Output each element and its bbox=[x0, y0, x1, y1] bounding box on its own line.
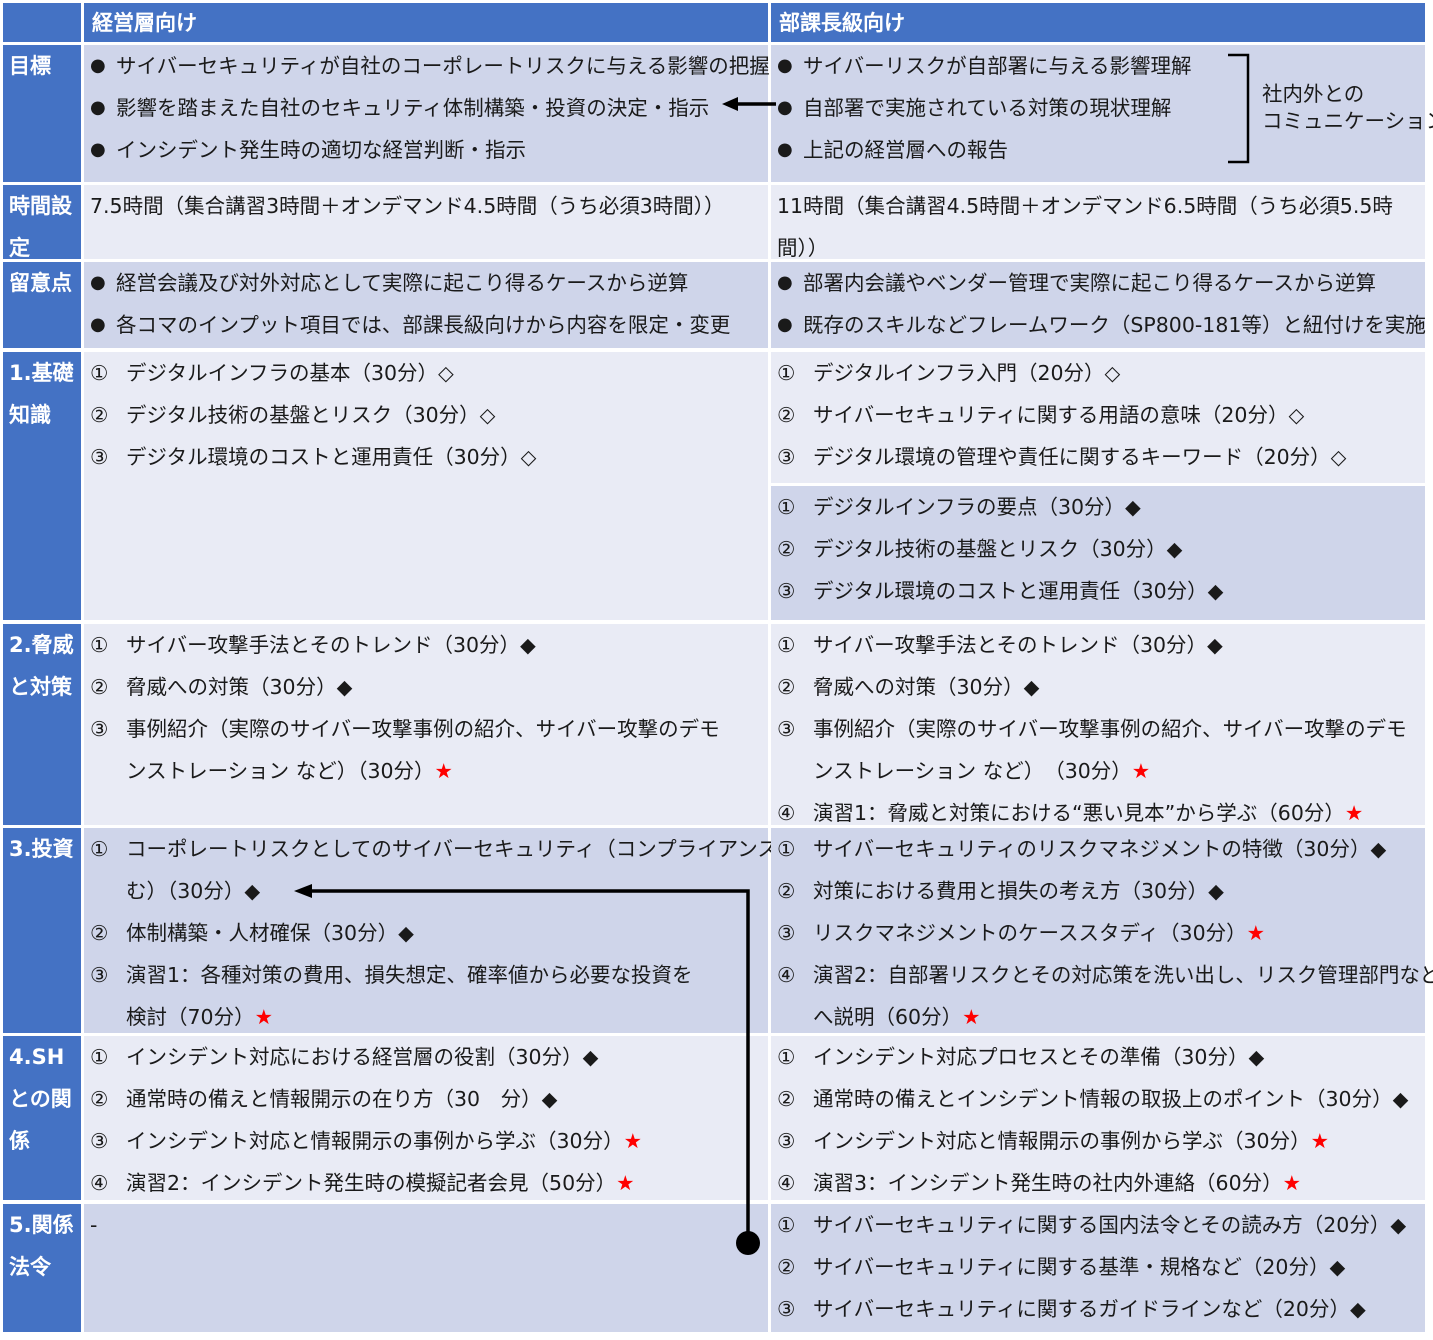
goal-executive-item: 影響を踏まえた自社のセキュリティ体制構築・投資の決定・指示 bbox=[116, 96, 710, 120]
stakeholder-executive-item: インシデント対応と情報開示の事例から学ぶ（30分） bbox=[126, 1129, 624, 1153]
stakeholder-manager-item: 通常時の備えとインシデント情報の取扱上のポイント（30分）◆ bbox=[813, 1087, 1409, 1111]
points-manager-item: 部署内会議やベンダー管理で実際に起こり得るケースから逆算 bbox=[803, 271, 1376, 295]
goal-manager-item: サイバーリスクが自部署に与える影響理解 bbox=[803, 54, 1192, 78]
threats-manager-item-cont: ンストレーション など） （30分） bbox=[813, 759, 1132, 783]
invest-executive-cell: ① コーポレートリスクとしてのサイバーセキュリティ（コンプライアンスを含 む）（3… bbox=[84, 828, 819, 1033]
points-manager-cell: ● 部署内会議やベンダー管理で実際に起こり得るケースから逆算 ● 既存のスキルなどフ… bbox=[771, 262, 1426, 348]
basics-executive-cell: ① デジタルインフラの基本（30分）◇ ② デジタル技術の基盤とリスク（30分）◇ … bbox=[84, 352, 768, 620]
invest-executive-item-cont: む）（30分）◆ bbox=[126, 879, 261, 903]
invest-manager-item-cont: へ説明（60分） bbox=[813, 1005, 963, 1029]
points-executive-item: 経営会議及び対外対応として実際に起こり得るケースから逆算 bbox=[116, 271, 689, 295]
stakeholder-manager-cell: ① インシデント対応プロセスとその準備（30分）◆ ② 通常時の備えとインシデント情… bbox=[771, 1036, 1425, 1200]
basics-manager-item: サイバーセキュリティに関する用語の意味（20分）◇ bbox=[813, 403, 1305, 427]
basics-executive-item: デジタル技術の基盤とリスク（30分）◇ bbox=[126, 403, 496, 427]
threats-manager-cell: ① サイバー攻撃手法とそのトレンド（30分）◆ ② 脅威への対策（30分）◆ ③ 事例… bbox=[771, 624, 1425, 825]
star-icon: ★ bbox=[616, 1171, 635, 1195]
executive-column-header: 経営層向け bbox=[84, 3, 768, 42]
star-icon: ★ bbox=[254, 1005, 273, 1029]
stakeholder-manager-item: 演習3：インシデント発生時の社内外連絡（60分） bbox=[813, 1171, 1283, 1195]
basics-manager-item: デジタルインフラの要点（30分）◆ bbox=[813, 495, 1141, 519]
invest-executive-item: 演習1：各種対策の費用、損失想定、確率値から必要な投資を bbox=[126, 963, 693, 987]
star-icon: ★ bbox=[1246, 921, 1266, 945]
time-executive-text: 7.5時間（集合講習3時間＋オンデマンド4.5時間（うち必須3時間）） bbox=[90, 194, 725, 218]
basics-executive-item: デジタルインフラの基本（30分）◇ bbox=[126, 361, 454, 385]
invest-manager-item: リスクマネジメントのケーススタディ（30分） bbox=[813, 921, 1247, 945]
stakeholder-executive-cell: ① インシデント対応における経営層の役割（30分）◆ ② 通常時の備えと情報開示の在… bbox=[84, 1036, 768, 1200]
threats-manager-item: 脅威への対策（30分）◆ bbox=[813, 675, 1040, 699]
invest-manager-item: 演習2：自部署リスクとその対応策を洗い出し、リスク管理部門など bbox=[813, 963, 1433, 987]
points-executive-cell: ● 経営会議及び対外対応として実際に起こり得るケースから逆算 ● 各コマのインプット… bbox=[84, 262, 768, 348]
threats-manager-item: 事例紹介（実際のサイバー攻撃事例の紹介、サイバー攻撃のデモ bbox=[813, 717, 1407, 741]
threats-executive-item-cont: ンストレーション など）（30分） bbox=[126, 759, 435, 783]
stakeholder-manager-item: インシデント対応プロセスとその準備（30分）◆ bbox=[813, 1045, 1265, 1069]
basics-manager-intro-cell: ① デジタルインフラ入門（20分）◇ ② サイバーセキュリティに関する用語の意味（2… bbox=[771, 352, 1425, 483]
manager-column-header: 部課長級向け bbox=[771, 3, 1425, 42]
goal-executive-item: サイバーセキュリティが自社のコーポレートリスクに与える影響の把握 bbox=[116, 54, 770, 78]
threats-manager-item: 演習1：脅威と対策における“悪い見本”から学ぶ（60分） bbox=[813, 801, 1345, 825]
stakeholder-executive-item: インシデント対応における経営層の役割（30分）◆ bbox=[126, 1045, 599, 1069]
time-manager-text: 11時間（集合講習4.5時間＋オンデマンド6.5時間（うち必須5.5時 bbox=[777, 194, 1393, 218]
threats-executive-cell: ① サイバー攻撃手法とそのトレンド（30分）◆ ② 脅威への対策（30分）◆ ③ 事例… bbox=[84, 624, 768, 825]
invest-label: 3.投資 bbox=[3, 828, 81, 1033]
basics-manager-item: デジタルインフラ入門（20分）◇ bbox=[813, 361, 1121, 385]
stakeholder-executive-item: 通常時の備えと情報開示の在り方（30 分）◆ bbox=[126, 1087, 558, 1111]
law-label: 5.関係 法令 bbox=[3, 1204, 81, 1332]
star-icon: ★ bbox=[623, 1129, 642, 1153]
goal-manager-item: 上記の経営層への報告 bbox=[803, 138, 1008, 162]
basics-label: 1.基礎 知識 bbox=[3, 352, 81, 620]
time-manager-cell: 11時間（集合講習4.5時間＋オンデマンド6.5時間（うち必須5.5時 間）） bbox=[771, 185, 1425, 260]
goal-manager-item: 自部署で実施されている対策の現状理解 bbox=[803, 96, 1172, 120]
star-icon: ★ bbox=[434, 759, 453, 783]
goal-executive-cell: ● サイバーセキュリティが自社のコーポレートリスクに与える影響の把握 ● 影響を踏ま… bbox=[84, 45, 770, 182]
invest-executive-item: 体制構築・人材確保（30分）◆ bbox=[126, 921, 414, 945]
basics-manager-item: デジタル環境のコストと運用責任（30分）◆ bbox=[813, 579, 1224, 603]
law-manager-item: サイバーセキュリティに関する基準・規格など（20分）◆ bbox=[813, 1255, 1346, 1279]
law-executive-text: - bbox=[90, 1213, 98, 1237]
star-icon: ★ bbox=[1344, 801, 1364, 825]
points-label: 留意点 bbox=[3, 262, 81, 348]
invest-executive-item-cont: 検討（70分） bbox=[126, 1005, 255, 1029]
threats-executive-item: 脅威への対策（30分）◆ bbox=[126, 675, 353, 699]
threats-executive-item: 事例紹介（実際のサイバー攻撃事例の紹介、サイバー攻撃のデモ bbox=[126, 717, 720, 741]
basics-manager-item: デジタル環境の管理や責任に関するキーワード（20分）◇ bbox=[813, 445, 1347, 469]
goal-label: 目標 bbox=[3, 45, 81, 182]
basics-manager-core-cell: ① デジタルインフラの要点（30分）◆ ② デジタル技術の基盤とリスク（30分）◆ … bbox=[771, 486, 1425, 620]
invest-executive-item: コーポレートリスクとしてのサイバーセキュリティ（コンプライアンスを含 bbox=[126, 837, 819, 861]
stakeholder-manager-item: インシデント対応と情報開示の事例から学ぶ（30分） bbox=[813, 1129, 1311, 1153]
invest-manager-item: サイバーセキュリティのリスクマネジメントの特徴（30分）◆ bbox=[813, 837, 1387, 861]
invest-manager-item: 対策における費用と損失の考え方（30分）◆ bbox=[813, 879, 1224, 903]
law-executive-cell: - bbox=[84, 1204, 768, 1332]
law-manager-cell: ① サイバーセキュリティに関する国内法令とその読み方（20分）◆ ② サイバーセキュ… bbox=[771, 1204, 1425, 1332]
basics-executive-item: デジタル環境のコストと運用責任（30分）◇ bbox=[126, 445, 537, 469]
threats-label: 2.脅威 と対策 bbox=[3, 624, 81, 825]
goal-manager-cell: ● サイバーリスクが自部署に与える影響理解 ● 自部署で実施されている対策の現状理解… bbox=[771, 45, 1433, 182]
communication-note: 社内外との コミュニケーション bbox=[1262, 82, 1433, 133]
stakeholder-executive-item: 演習2：インシデント発生時の模擬記者会見（50分） bbox=[126, 1171, 617, 1195]
threats-executive-item: サイバー攻撃手法とそのトレンド（30分）◆ bbox=[126, 633, 536, 657]
law-manager-item: サイバーセキュリティに関するガイドラインなど（20分）◆ bbox=[813, 1297, 1366, 1321]
time-executive-cell: 7.5時間（集合講習3時間＋オンデマンド4.5時間（うち必須3時間）） bbox=[84, 185, 768, 259]
stakeholder-label: 4.SH との関 係 bbox=[3, 1036, 81, 1200]
star-icon: ★ bbox=[1310, 1129, 1329, 1153]
star-icon: ★ bbox=[962, 1005, 981, 1029]
time-label: 時間設 定 bbox=[3, 185, 81, 260]
law-manager-item: サイバーセキュリティに関する国内法令とその読み方（20分）◆ bbox=[813, 1213, 1407, 1237]
basics-manager-item: デジタル技術の基盤とリスク（30分）◆ bbox=[813, 537, 1183, 561]
points-manager-item: 既存のスキルなどフレームワーク（SP800-181等）と紐付けを実施 bbox=[803, 313, 1426, 337]
goal-executive-item: インシデント発生時の適切な経営判断・指示 bbox=[116, 138, 526, 162]
corner-header-cell bbox=[3, 3, 81, 42]
star-icon: ★ bbox=[1131, 759, 1151, 783]
points-executive-item: 各コマのインプット項目では、部課長級向けから内容を限定・変更 bbox=[116, 313, 731, 337]
invest-manager-cell: ① サイバーセキュリティのリスクマネジメントの特徴（30分）◆ ② 対策における費用… bbox=[771, 828, 1433, 1033]
threats-manager-item: サイバー攻撃手法とそのトレンド（30分）◆ bbox=[813, 633, 1223, 657]
star-icon: ★ bbox=[1282, 1171, 1302, 1195]
